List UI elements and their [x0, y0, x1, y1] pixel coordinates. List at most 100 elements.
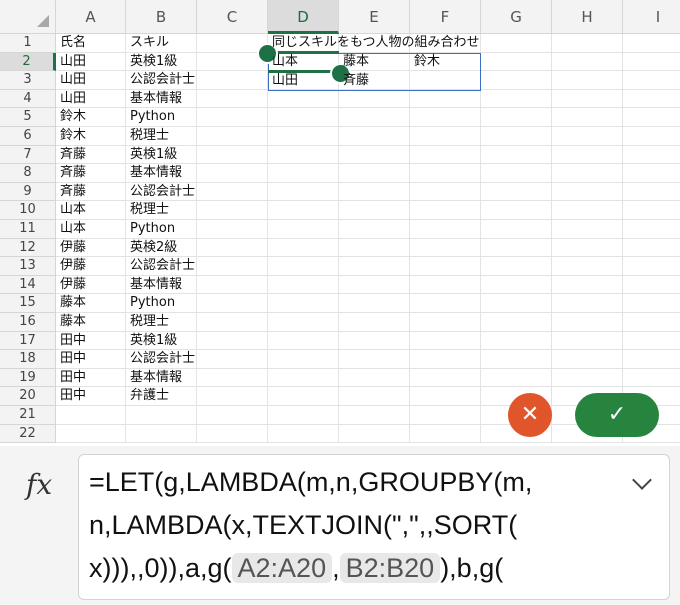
cell-I2[interactable] [623, 53, 680, 72]
cell-B7[interactable]: 英検1級 [126, 145, 197, 165]
row-header-2[interactable]: 2 [0, 52, 56, 72]
cell-D5[interactable] [268, 108, 339, 127]
range-reference-a[interactable]: A2:A20 [231, 553, 333, 583]
cell-B18[interactable]: 公認会計士 [126, 350, 197, 369]
cell-F17[interactable] [410, 331, 481, 351]
cell-F13[interactable] [410, 257, 481, 276]
cell-G7[interactable] [481, 145, 552, 165]
row-header-16[interactable]: 16 [0, 313, 56, 332]
cell-I13[interactable] [623, 257, 680, 276]
cell-B22[interactable] [126, 424, 197, 444]
column-header-A[interactable]: A [56, 0, 126, 34]
cell-B3[interactable]: 公認会計士 [126, 71, 197, 90]
cell-F4[interactable] [410, 89, 481, 109]
cell-I16[interactable] [623, 313, 680, 332]
cell-I10[interactable] [623, 201, 680, 220]
column-header-G[interactable]: G [481, 0, 552, 34]
cell-A3[interactable]: 山田 [56, 71, 126, 90]
cell-C9[interactable] [197, 182, 268, 202]
cell-A8[interactable]: 斉藤 [56, 164, 126, 183]
cell-G17[interactable] [481, 331, 552, 351]
cell-D17[interactable] [268, 331, 339, 351]
cell-G12[interactable] [481, 238, 552, 258]
cell-F21[interactable] [410, 406, 481, 425]
cell-G4[interactable] [481, 89, 552, 109]
cell-C11[interactable] [197, 220, 268, 239]
cell-D13[interactable] [268, 257, 339, 276]
cell-G8[interactable] [481, 164, 552, 183]
cell-I1[interactable] [623, 34, 680, 53]
cell-F14[interactable] [410, 275, 481, 295]
cell-H17[interactable] [552, 331, 623, 351]
spreadsheet-grid[interactable]: ABCDEFGHI 1 氏名 スキル 2 山田 英検1級 3 山田 公認会計士 4 山田 基本情報 5 鈴… [0, 0, 680, 446]
row-header-18[interactable]: 18 [0, 350, 56, 369]
cell-B16[interactable]: 税理士 [126, 313, 197, 332]
cell-D1[interactable]: 同じスキルをもつ人物の組み合わせ [268, 34, 508, 53]
cell-C17[interactable] [197, 331, 268, 351]
function-icon[interactable]: fx [26, 468, 52, 501]
cell-B2[interactable]: 英検1級 [126, 52, 197, 72]
cell-F6[interactable] [410, 127, 481, 146]
cell-H19[interactable] [552, 368, 623, 388]
cell-H18[interactable] [552, 350, 623, 369]
cell-D7[interactable] [268, 145, 339, 165]
cell-D2[interactable]: 山本 [268, 53, 339, 72]
cell-F16[interactable] [410, 313, 481, 332]
row-header-5[interactable]: 5 [0, 108, 56, 127]
cell-I8[interactable] [623, 164, 680, 183]
cell-G11[interactable] [481, 220, 552, 239]
cell-A13[interactable]: 伊藤 [56, 257, 126, 276]
cell-B6[interactable]: 税理士 [126, 127, 197, 146]
cell-E4[interactable] [339, 89, 410, 109]
cell-A6[interactable]: 鈴木 [56, 127, 126, 146]
cell-G16[interactable] [481, 313, 552, 332]
cell-I14[interactable] [623, 276, 680, 295]
cell-E13[interactable] [339, 257, 410, 276]
cell-B4[interactable]: 基本情報 [126, 89, 197, 109]
cell-F2[interactable]: 鈴木 [410, 53, 481, 72]
row-header-11[interactable]: 11 [0, 220, 56, 239]
cell-C3[interactable] [197, 71, 268, 90]
cell-B19[interactable]: 基本情報 [126, 368, 197, 388]
cell-C21[interactable] [197, 406, 268, 425]
cell-I7[interactable] [623, 146, 680, 165]
cell-A21[interactable] [56, 406, 126, 425]
cell-F19[interactable] [410, 368, 481, 388]
cell-C15[interactable] [197, 294, 268, 313]
row-header-20[interactable]: 20 [0, 387, 56, 406]
formula-text[interactable]: =LET(g,LAMBDA(m,n,GROUPBY(m, n,LAMBDA(x,… [89, 461, 629, 590]
cell-G6[interactable] [481, 127, 552, 146]
cell-D4[interactable] [268, 89, 339, 109]
cell-D16[interactable] [268, 313, 339, 332]
cell-C22[interactable] [197, 424, 268, 444]
cell-C12[interactable] [197, 238, 268, 258]
cell-G9[interactable] [481, 182, 552, 202]
row-header-17[interactable]: 17 [0, 331, 56, 351]
cell-G2[interactable] [481, 52, 552, 72]
cell-E3[interactable]: 斉藤 [339, 72, 410, 91]
cell-D14[interactable] [268, 275, 339, 295]
cell-F5[interactable] [410, 108, 481, 127]
cell-H15[interactable] [552, 294, 623, 313]
row-header-13[interactable]: 13 [0, 257, 56, 276]
cell-I9[interactable] [623, 183, 680, 202]
cell-C5[interactable] [197, 108, 268, 127]
cell-E20[interactable] [339, 387, 410, 406]
cell-D15[interactable] [268, 294, 339, 313]
cell-G3[interactable] [481, 71, 552, 90]
cell-A4[interactable]: 山田 [56, 89, 126, 109]
cell-I19[interactable] [623, 369, 680, 388]
cell-B20[interactable]: 弁護士 [126, 387, 197, 406]
cell-D9[interactable] [268, 182, 339, 202]
cell-E2[interactable]: 藤本 [339, 53, 410, 72]
cell-D10[interactable] [268, 201, 339, 220]
cell-B5[interactable]: Python [126, 108, 197, 127]
row-header-12[interactable]: 12 [0, 238, 56, 258]
cell-H2[interactable] [552, 52, 623, 72]
cell-F12[interactable] [410, 238, 481, 258]
row-header-14[interactable]: 14 [0, 275, 56, 295]
row-header-1[interactable]: 1 [0, 34, 56, 53]
cell-I3[interactable] [623, 71, 680, 90]
cell-F11[interactable] [410, 220, 481, 239]
cell-A5[interactable]: 鈴木 [56, 108, 126, 127]
